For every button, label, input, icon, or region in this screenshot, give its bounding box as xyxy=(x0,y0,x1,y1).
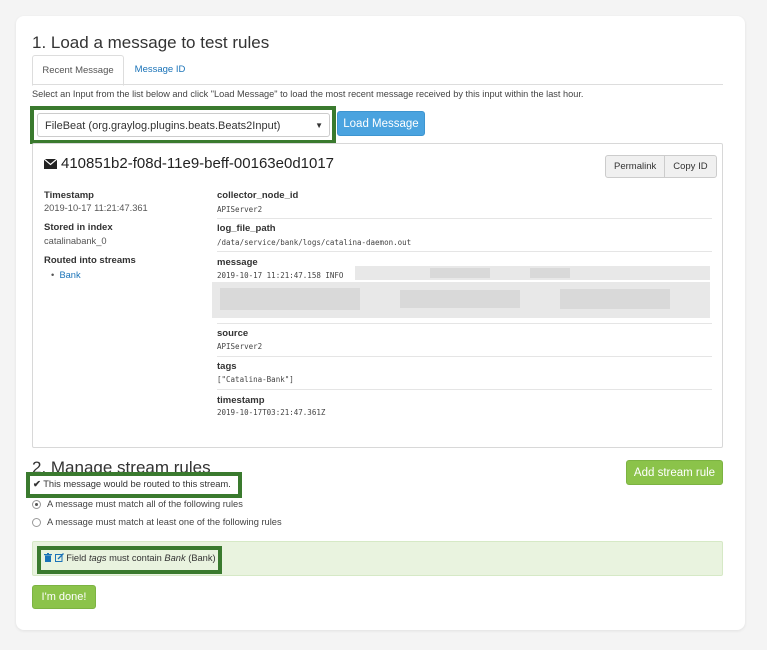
edit-icon[interactable] xyxy=(54,553,67,563)
stored-index-value: catalinabank_0 xyxy=(44,236,107,246)
match-any-radio[interactable] xyxy=(32,518,41,527)
field-name-message: message xyxy=(217,257,258,268)
timestamp-value: 2019-10-17 11:21:47.361 xyxy=(44,203,148,213)
caret-down-icon: ▼ xyxy=(315,121,323,130)
match-any-label: A message must match at least one of the… xyxy=(47,517,282,527)
redacted-message-block xyxy=(220,288,360,310)
tab-message-id[interactable]: Message ID xyxy=(124,55,196,84)
message-id: 410851b2-f08d-11e9-beff-00163e0d1017 xyxy=(61,155,335,172)
field-name-collector-node-id: collector_node_id xyxy=(217,190,299,201)
field-value-timestamp: 2019-10-17T03:21:47.361Z xyxy=(217,408,326,417)
field-divider xyxy=(217,251,712,252)
tabs-divider xyxy=(32,84,723,85)
stream-rule: Field tags must contain Bank (Bank) xyxy=(44,553,216,563)
message-header: 410851b2-f08d-11e9-beff-00163e0d1017 xyxy=(44,155,334,172)
match-all-label: A message must match all of the followin… xyxy=(47,499,243,509)
timestamp-label: Timestamp xyxy=(44,190,94,201)
field-value-message: 2019-10-17 11:21:47.158 INFO xyxy=(217,271,344,280)
stored-index-label: Stored in index xyxy=(44,222,113,233)
rule-prefix: Field xyxy=(66,553,87,563)
load-message-button[interactable]: Load Message xyxy=(337,111,425,136)
field-name-timestamp: timestamp xyxy=(217,395,265,406)
redacted-message-block xyxy=(530,268,570,278)
routed-notice-text: This message would be routed to this str… xyxy=(43,479,231,489)
field-value-tags: ["Catalina-Bank"] xyxy=(217,375,294,384)
add-stream-rule-button[interactable]: Add stream rule xyxy=(626,460,723,485)
redacted-message-block xyxy=(400,290,520,308)
tab-recent-message[interactable]: Recent Message xyxy=(32,55,124,86)
stream-list-item: • Bank xyxy=(51,270,81,280)
field-value-collector-node-id: APIServer2 xyxy=(217,205,263,214)
copy-id-button[interactable]: Copy ID xyxy=(664,156,715,177)
stream-link-bank[interactable]: Bank xyxy=(59,270,80,280)
field-name-log-file-path: log_file_path xyxy=(217,223,276,234)
message-actions: Permalink Copy ID xyxy=(605,155,717,178)
field-divider xyxy=(217,323,712,324)
rule-condition: must contain xyxy=(109,553,162,563)
permalink-button[interactable]: Permalink xyxy=(606,156,664,177)
input-select-value: FileBeat (org.graylog.plugins.beats.Beat… xyxy=(45,120,281,132)
field-divider xyxy=(217,389,712,390)
envelope-icon xyxy=(44,159,57,169)
field-name-source: source xyxy=(217,328,249,339)
routed-notice: ✔ This message would be routed to this s… xyxy=(33,479,231,490)
field-divider xyxy=(217,356,712,357)
check-icon: ✔ xyxy=(33,479,41,489)
section-title-load-message: 1. Load a message to test rules xyxy=(32,33,270,52)
done-button[interactable]: I'm done! xyxy=(32,585,96,609)
redacted-message-block xyxy=(430,268,490,278)
help-text: Select an Input from the list below and … xyxy=(32,89,584,99)
field-name-tags: tags xyxy=(217,361,237,372)
input-select[interactable]: FileBeat (org.graylog.plugins.beats.Beat… xyxy=(37,113,330,137)
rule-stream: (Bank) xyxy=(188,553,216,563)
match-all-radio[interactable] xyxy=(32,500,41,509)
rule-field: tags xyxy=(88,553,107,563)
field-divider xyxy=(217,218,712,219)
routed-streams-label: Routed into streams xyxy=(44,255,136,266)
redacted-message-block xyxy=(560,289,670,309)
field-value-log-file-path: /data/service/bank/logs/catalina-daemon.… xyxy=(217,238,412,247)
rule-value: Bank xyxy=(164,553,186,563)
trash-icon[interactable] xyxy=(44,553,55,563)
field-value-source: APIServer2 xyxy=(217,342,263,351)
